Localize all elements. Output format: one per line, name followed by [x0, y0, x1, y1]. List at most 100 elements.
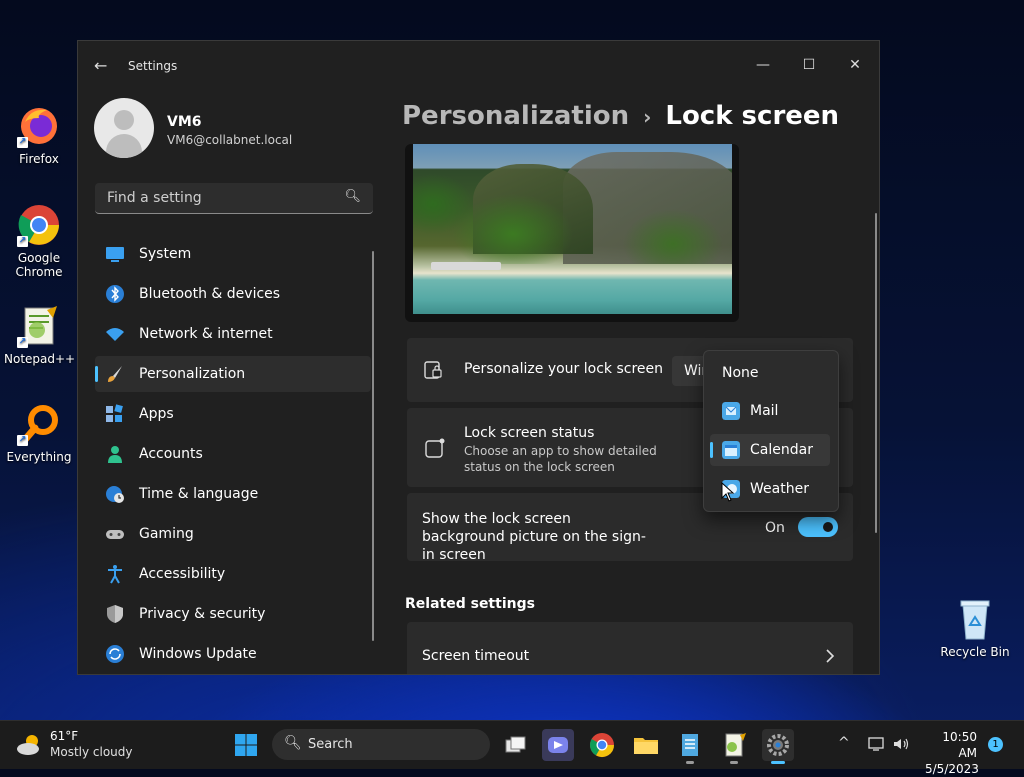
dropdown-option-calendar[interactable]: Calendar — [710, 434, 830, 466]
running-indicator — [730, 761, 738, 764]
gamepad-icon — [106, 530, 124, 539]
dropdown-option-mail[interactable]: Mail — [710, 395, 830, 427]
sidebar-item-label: Windows Update — [139, 646, 257, 662]
person-icon — [108, 446, 122, 463]
active-indicator — [771, 761, 785, 764]
mouse-cursor-icon — [721, 482, 735, 502]
teams-chat-icon — [548, 737, 568, 753]
sidebar-item-network[interactable]: Network & internet — [95, 316, 371, 352]
clock-time: 10:50 AM — [942, 730, 977, 760]
sign-in-background-toggle[interactable] — [798, 517, 838, 537]
sidebar-item-accessibility[interactable]: Accessibility — [95, 556, 371, 592]
sidebar-item-privacy-security[interactable]: Privacy & security — [95, 596, 371, 632]
chevron-right-icon — [826, 649, 835, 663]
desktop-icon-firefox[interactable]: ↗ Firefox — [4, 104, 74, 166]
card-title: Screen timeout — [422, 648, 530, 664]
sidebar-nav: System Bluetooth & devices Network & int… — [95, 236, 371, 674]
paintbrush-icon — [108, 366, 122, 382]
card-title: Lock screen status — [464, 425, 595, 441]
sidebar-item-personalization[interactable]: Personalization — [95, 356, 371, 392]
taskbar-file-explorer[interactable] — [630, 729, 662, 761]
show-hidden-icons-chevron-icon[interactable]: ^ — [838, 735, 850, 751]
close-button[interactable]: ✕ — [832, 49, 878, 81]
bluetooth-icon — [106, 285, 124, 303]
selection-indicator — [95, 366, 98, 382]
sidebar-item-windows-update[interactable]: Windows Update — [95, 636, 371, 672]
taskbar-search-label: Search — [308, 737, 353, 752]
folder-icon — [634, 738, 658, 754]
clock-date: 5/5/2023 — [925, 762, 979, 776]
recycle-bin-icon — [953, 597, 997, 641]
card-title: Show the lock screen background picture … — [422, 511, 646, 563]
wifi-icon — [106, 328, 124, 341]
taskbar-chrome[interactable] — [586, 729, 618, 761]
desktop-icon-recycle-bin[interactable]: Recycle Bin — [940, 597, 1010, 659]
mail-icon — [722, 402, 740, 420]
gear-icon — [767, 734, 789, 756]
clock[interactable]: 10:50 AM 5/5/2023 — [925, 729, 979, 777]
option-label: Weather — [750, 481, 809, 497]
desktop-icon-label: Recycle Bin — [940, 645, 1010, 659]
maximize-button[interactable]: ☐ — [786, 49, 832, 81]
start-button[interactable] — [230, 729, 262, 761]
desktop-icon-everything[interactable]: ↗ Everything — [4, 402, 74, 464]
option-label: None — [722, 365, 759, 381]
sidebar-item-label: Gaming — [139, 526, 194, 542]
minimize-button[interactable]: — — [740, 49, 786, 81]
option-label: Calendar — [750, 442, 813, 458]
volume-icon[interactable] — [892, 736, 910, 752]
taskbar: 61°F Mostly cloudy 🔍︎ Search ^ 10:50 AM … — [0, 720, 1024, 776]
preview-image — [413, 144, 732, 314]
desktop-icon-label: Notepad++ — [4, 352, 76, 366]
chrome-icon — [589, 733, 614, 758]
desktop-icon-label: Google Chrome — [15, 251, 63, 279]
settings-search-box[interactable]: 🔍︎ — [95, 183, 373, 214]
taskbar-notepad[interactable] — [674, 729, 706, 764]
windows-start-icon — [235, 734, 257, 756]
desktop-icon-label: Everything — [6, 450, 72, 464]
lock-status-icon — [425, 438, 445, 458]
sidebar-scrollbar[interactable] — [372, 251, 374, 641]
taskbar-notepadpp[interactable] — [718, 729, 750, 764]
sidebar-item-bluetooth[interactable]: Bluetooth & devices — [95, 276, 371, 312]
selection-indicator — [710, 442, 713, 458]
breadcrumb: Personalization › Lock screen — [402, 101, 839, 131]
task-view-button[interactable] — [499, 729, 531, 761]
sidebar-item-gaming[interactable]: Gaming — [95, 516, 371, 552]
card-subtitle: Choose an app to show detailed status on… — [464, 444, 657, 474]
sidebar-item-system[interactable]: System — [95, 236, 371, 272]
shield-icon — [107, 605, 123, 623]
avatar — [94, 98, 154, 158]
everything-search-icon: ↗ — [17, 402, 61, 446]
search-icon[interactable]: 🔍︎ — [344, 189, 361, 204]
desktop-icon-notepadpp[interactable]: ↗ Notepad++ — [4, 304, 76, 366]
option-label: Mail — [750, 403, 779, 419]
notepad-icon — [682, 734, 698, 756]
dropdown-option-none[interactable]: None — [710, 357, 830, 389]
sidebar-item-accounts[interactable]: Accounts — [95, 436, 371, 472]
taskbar-search[interactable]: 🔍︎ Search — [272, 729, 490, 760]
search-input[interactable] — [105, 189, 339, 207]
sidebar-item-apps[interactable]: Apps — [95, 396, 371, 432]
sidebar-item-label: Accounts — [139, 446, 203, 462]
apps-grid-icon — [106, 404, 123, 422]
weather-desc: Mostly cloudy — [50, 745, 133, 759]
network-icon[interactable] — [868, 736, 886, 752]
lock-screen-preview — [405, 144, 739, 322]
taskbar-settings[interactable] — [762, 729, 794, 764]
sidebar-item-label: System — [139, 246, 192, 262]
notepadpp-icon — [725, 733, 746, 757]
search-icon: 🔍︎ — [284, 735, 302, 751]
back-arrow-icon[interactable]: ← — [94, 56, 107, 75]
card-title: Personalize your lock screen — [464, 361, 663, 377]
teams-chat-button[interactable] — [542, 729, 574, 761]
breadcrumb-parent[interactable]: Personalization — [402, 101, 629, 131]
window-title: Settings — [128, 59, 178, 73]
sidebar-item-time-language[interactable]: Time & language — [95, 476, 371, 512]
screen-timeout-link[interactable]: Screen timeout — [407, 622, 853, 674]
notification-badge[interactable]: 1 — [988, 737, 1003, 752]
chrome-icon: ↗ — [17, 203, 61, 247]
desktop-icon-chrome[interactable]: ↗ Google Chrome — [4, 203, 74, 279]
main-scrollbar[interactable] — [875, 213, 877, 533]
lock-screen-icon — [424, 361, 442, 379]
